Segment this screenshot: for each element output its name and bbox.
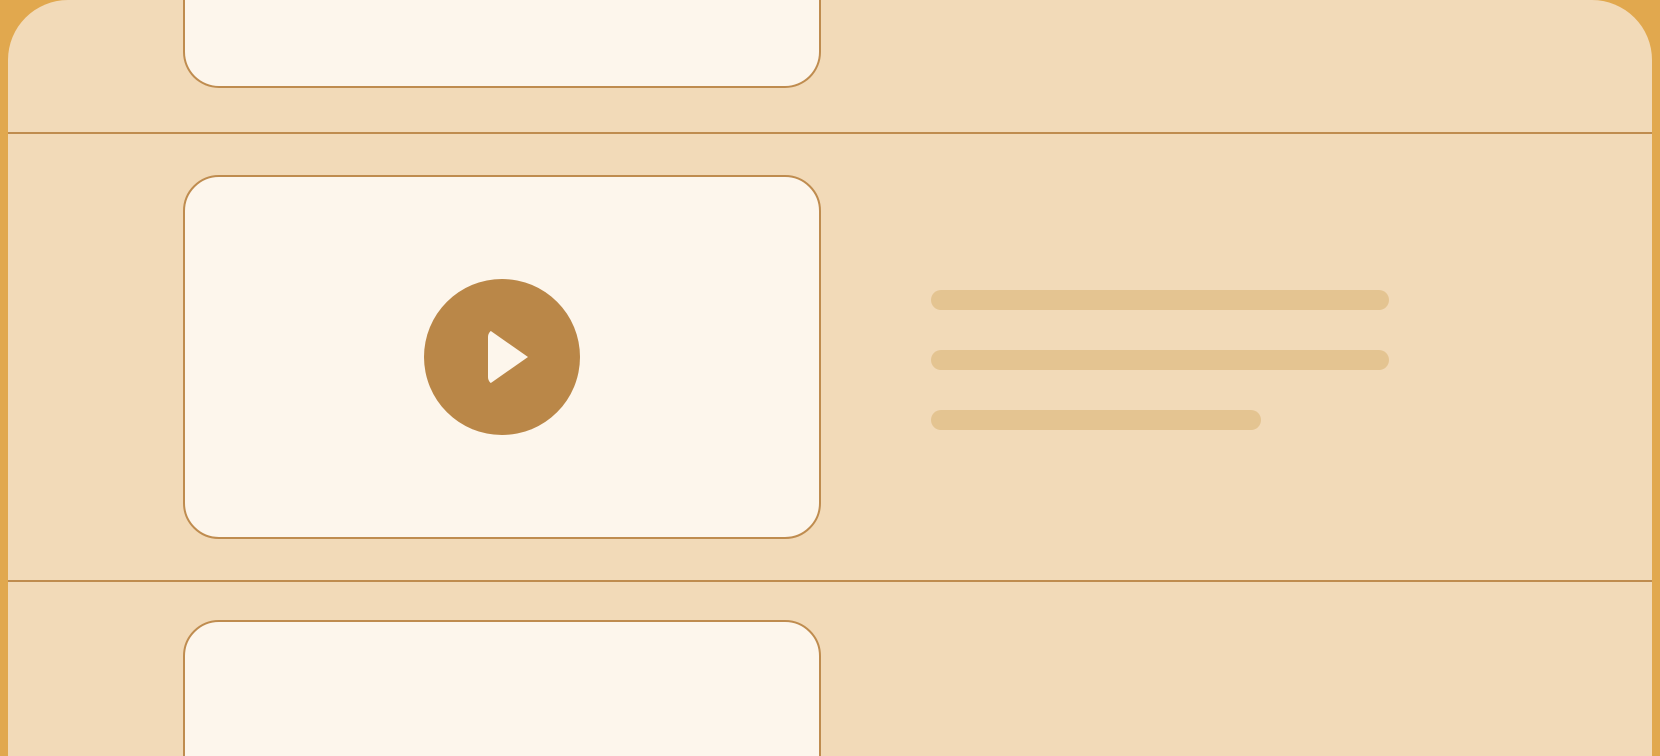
play-icon — [488, 329, 528, 385]
app-window — [8, 0, 1652, 756]
video-thumbnail-card[interactable] — [183, 175, 821, 539]
list-row — [8, 582, 1652, 756]
play-button[interactable] — [424, 279, 580, 435]
list-row — [8, 0, 1652, 134]
list-row — [8, 134, 1652, 582]
text-placeholder-line — [931, 350, 1389, 370]
text-placeholder-line — [931, 410, 1261, 430]
text-placeholder-line — [931, 290, 1389, 310]
item-description — [931, 284, 1389, 430]
thumbnail-card[interactable] — [183, 0, 821, 88]
thumbnail-card[interactable] — [183, 620, 821, 756]
